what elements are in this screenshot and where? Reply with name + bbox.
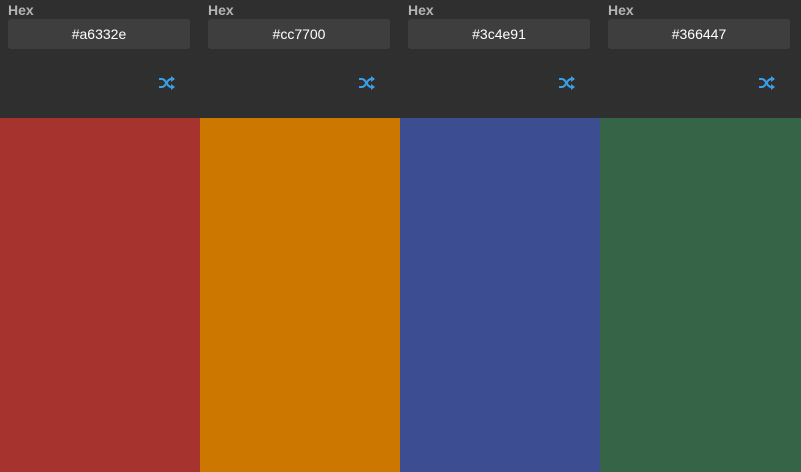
color-swatch[interactable]	[200, 118, 400, 472]
color-column-4: Hex	[600, 0, 801, 472]
hex-input[interactable]	[608, 19, 790, 49]
shuffle-button[interactable]	[557, 74, 577, 92]
color-column-3: Hex	[400, 0, 600, 472]
hex-label: Hex	[408, 2, 434, 18]
color-swatch[interactable]	[600, 118, 801, 472]
color-column-1: Hex	[0, 0, 200, 472]
shuffle-icon	[359, 76, 375, 90]
color-controls: Hex	[0, 0, 200, 118]
shuffle-icon	[559, 76, 575, 90]
hex-input[interactable]	[408, 19, 590, 49]
shuffle-button[interactable]	[357, 74, 377, 92]
color-controls: Hex	[600, 0, 801, 118]
color-swatch[interactable]	[400, 118, 600, 472]
palette: Hex Hex	[0, 0, 801, 472]
color-controls: Hex	[400, 0, 600, 118]
hex-label: Hex	[208, 2, 234, 18]
shuffle-button[interactable]	[757, 74, 777, 92]
shuffle-icon	[759, 76, 775, 90]
color-controls: Hex	[200, 0, 400, 118]
hex-input[interactable]	[8, 19, 190, 49]
hex-label: Hex	[608, 2, 634, 18]
color-column-2: Hex	[200, 0, 400, 472]
hex-input[interactable]	[208, 19, 390, 49]
color-swatch[interactable]	[0, 118, 200, 472]
hex-label: Hex	[8, 2, 34, 18]
shuffle-icon	[159, 76, 175, 90]
shuffle-button[interactable]	[157, 74, 177, 92]
